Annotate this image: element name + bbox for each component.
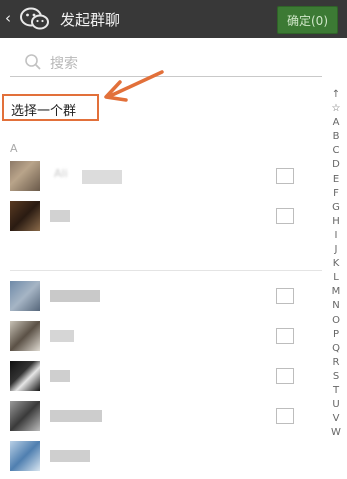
avatar	[10, 401, 40, 431]
index-letter[interactable]: W	[327, 426, 345, 440]
contact-name	[50, 450, 90, 462]
index-letter[interactable]: G	[327, 201, 345, 215]
index-letter[interactable]: H	[327, 215, 345, 229]
contact-name	[50, 370, 70, 382]
contact-row[interactable]	[0, 436, 322, 476]
contact-row[interactable]	[0, 196, 322, 236]
contact-name	[50, 290, 100, 302]
index-letter[interactable]: J	[327, 243, 345, 257]
contact-name	[50, 210, 70, 222]
index-letter[interactable]: C	[327, 144, 345, 158]
index-letter[interactable]: K	[327, 257, 345, 271]
index-letter[interactable]: E	[327, 173, 345, 187]
avatar	[10, 441, 40, 471]
index-letter[interactable]: A	[327, 116, 345, 130]
confirm-button[interactable]: 确定(0)	[277, 6, 338, 34]
index-letter[interactable]: S	[327, 370, 345, 384]
index-letter[interactable]: N	[327, 299, 345, 313]
back-icon[interactable]: ‹	[5, 9, 11, 27]
search-placeholder: 搜索	[50, 56, 78, 72]
section-header: A	[10, 142, 18, 155]
contact-row[interactable]	[0, 356, 322, 396]
index-letter[interactable]: Q	[327, 342, 345, 356]
select-checkbox[interactable]	[276, 208, 294, 224]
index-letter[interactable]: ↑	[327, 88, 345, 102]
select-checkbox[interactable]	[276, 368, 294, 384]
index-letter[interactable]: F	[327, 187, 345, 201]
index-letter[interactable]: P	[327, 328, 345, 342]
wechat-logo-icon	[20, 7, 49, 30]
contact-name	[50, 410, 102, 422]
contact-row[interactable]: Ali	[0, 156, 322, 196]
index-letter[interactable]: D	[327, 158, 345, 172]
pointer-arrow-icon	[104, 70, 164, 102]
select-checkbox[interactable]	[276, 408, 294, 424]
avatar	[10, 321, 40, 351]
contact-row[interactable]	[0, 316, 322, 356]
index-letter[interactable]: L	[327, 271, 345, 285]
index-letter[interactable]: I	[327, 229, 345, 243]
index-letter[interactable]: B	[327, 130, 345, 144]
contact-name: Ali	[50, 167, 122, 184]
select-checkbox[interactable]	[276, 168, 294, 184]
index-letter[interactable]: R	[327, 356, 345, 370]
contact-name	[50, 330, 74, 342]
search-icon	[25, 54, 41, 70]
avatar	[10, 281, 40, 311]
contact-row[interactable]	[0, 396, 322, 436]
index-letter[interactable]: O	[327, 314, 345, 328]
index-letter[interactable]: V	[327, 412, 345, 426]
index-letter[interactable]: M	[327, 285, 345, 299]
name-blur	[82, 170, 122, 184]
avatar	[10, 201, 40, 231]
page-title: 发起群聊	[60, 11, 121, 29]
select-checkbox[interactable]	[276, 328, 294, 344]
choose-group-label: 选择一个群	[11, 104, 77, 119]
select-checkbox[interactable]	[276, 288, 294, 304]
title-bar: ‹ 发起群聊 确定(0)	[0, 0, 347, 38]
index-letter[interactable]: U	[327, 398, 345, 412]
index-letter[interactable]: ☆	[327, 102, 345, 116]
alphabet-index[interactable]: ↑ ☆ A B C D E F G H I J K L M N O P Q R …	[327, 88, 345, 440]
avatar	[10, 161, 40, 191]
choose-group-button[interactable]: 选择一个群	[2, 94, 99, 121]
avatar	[10, 361, 40, 391]
contact-row[interactable]	[0, 276, 322, 316]
divider	[10, 270, 322, 271]
index-letter[interactable]: T	[327, 384, 345, 398]
